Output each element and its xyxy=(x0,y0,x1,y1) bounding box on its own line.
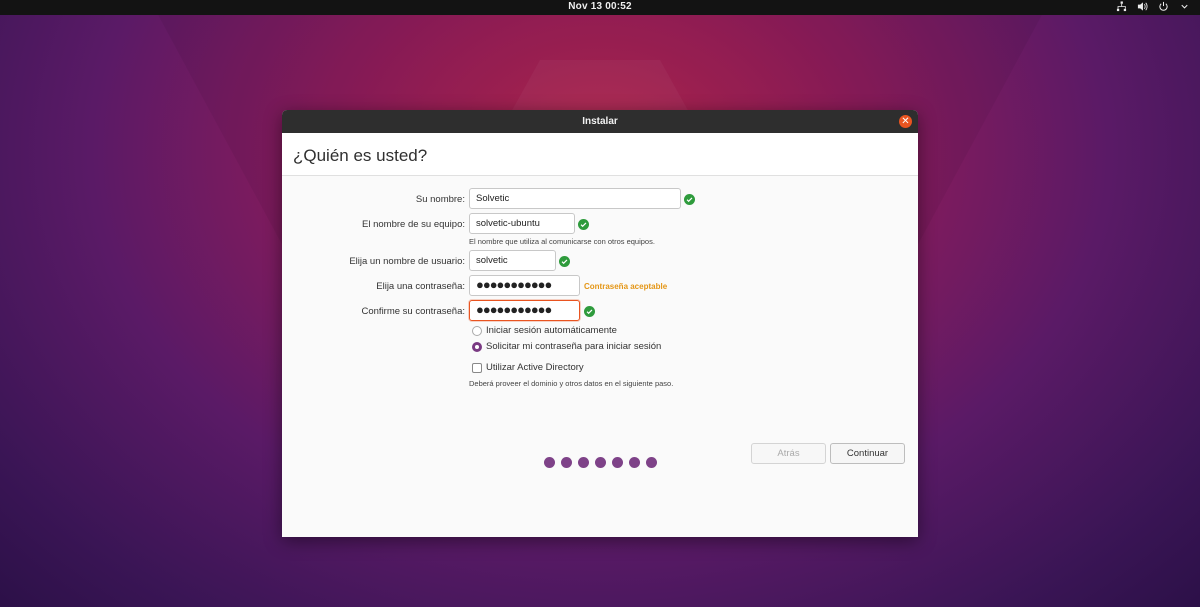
progress-dot xyxy=(646,457,657,468)
form-area: Su nombre: Solvetic El nombre de su equi… xyxy=(282,176,918,537)
power-icon[interactable] xyxy=(1158,1,1169,12)
continue-button[interactable]: Continuar xyxy=(830,443,905,464)
system-tray[interactable] xyxy=(1116,1,1190,12)
name-input[interactable]: Solvetic xyxy=(469,188,681,209)
clock[interactable]: Nov 13 00:52 xyxy=(0,1,1200,12)
password-label: Elija una contraseña: xyxy=(376,281,465,292)
password-input[interactable]: ●●●●●●●●●●● xyxy=(469,275,580,296)
installer-window: Instalar ✕ ¿Quién es usted? Su nombre: S… xyxy=(282,110,918,537)
progress-dot xyxy=(629,457,640,468)
require-password-radio[interactable]: Solicitar mi contraseña para iniciar ses… xyxy=(472,341,661,352)
close-icon[interactable]: ✕ xyxy=(899,115,912,128)
auto-login-radio[interactable]: Iniciar sesión automáticamente xyxy=(472,325,617,336)
window-title: Instalar xyxy=(582,116,618,127)
computer-name-valid-icon xyxy=(578,219,589,230)
checkbox-icon xyxy=(472,362,482,373)
page-title: ¿Quién es usted? xyxy=(293,146,428,165)
window-titlebar[interactable]: Instalar ✕ xyxy=(282,110,918,133)
username-input[interactable]: solvetic xyxy=(469,250,556,271)
progress-dot xyxy=(578,457,589,468)
page-header: ¿Quién es usted? xyxy=(282,133,918,176)
active-directory-checkbox[interactable]: Utilizar Active Directory xyxy=(472,362,584,373)
top-panel: Nov 13 00:52 xyxy=(0,0,1200,15)
auto-login-label: Iniciar sesión automáticamente xyxy=(486,325,617,336)
back-button[interactable]: Atrás xyxy=(751,443,826,464)
progress-dot xyxy=(612,457,623,468)
active-directory-hint: Deberá proveer el dominio y otros datos … xyxy=(469,379,674,388)
radio-unselected-icon xyxy=(472,325,482,336)
confirm-password-label: Confirme su contraseña: xyxy=(361,306,466,317)
username-label: Elija un nombre de usuario: xyxy=(349,256,465,267)
confirm-password-valid-icon xyxy=(584,306,595,317)
network-icon[interactable] xyxy=(1116,1,1127,12)
computer-name-label: El nombre de su equipo: xyxy=(362,219,465,230)
active-directory-label: Utilizar Active Directory xyxy=(486,362,584,373)
name-valid-icon xyxy=(684,194,695,205)
progress-dot xyxy=(561,457,572,468)
computer-name-hint: El nombre que utiliza al comunicarse con… xyxy=(469,237,655,246)
require-password-label: Solicitar mi contraseña para iniciar ses… xyxy=(486,341,662,352)
progress-dot xyxy=(544,457,555,468)
volume-icon[interactable] xyxy=(1137,1,1148,12)
name-label: Su nombre: xyxy=(415,194,465,205)
progress-dot xyxy=(595,457,606,468)
chevron-down-icon[interactable] xyxy=(1179,1,1190,12)
progress-dots xyxy=(544,457,657,468)
radio-selected-icon xyxy=(472,341,482,352)
confirm-password-input[interactable]: ●●●●●●●●●●● xyxy=(469,300,580,321)
username-valid-icon xyxy=(559,256,570,267)
computer-name-input[interactable]: solvetic-ubuntu xyxy=(469,213,575,234)
password-strength-label: Contraseña aceptable xyxy=(584,282,668,291)
